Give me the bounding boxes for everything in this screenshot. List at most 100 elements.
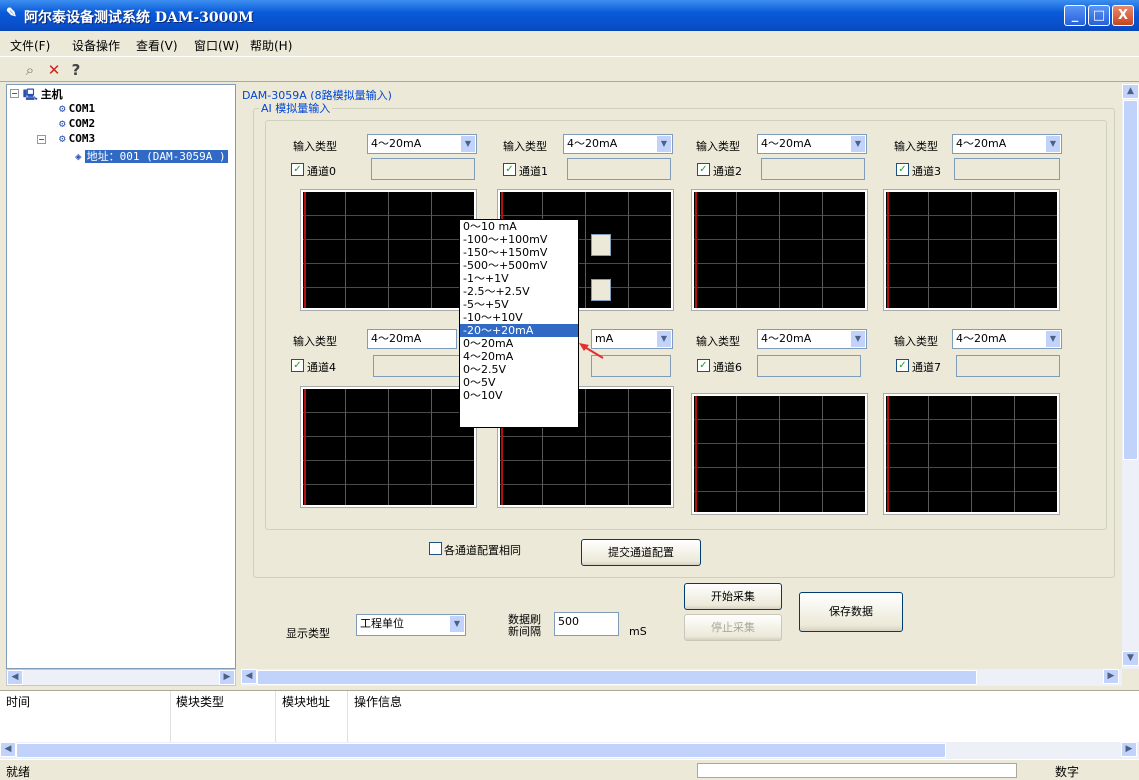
input-type-select-3[interactable]: 4～20mA ▼ <box>952 134 1062 154</box>
scroll-right-icon[interactable]: ▶ <box>219 670 235 685</box>
input-type-select-2[interactable]: 4～20mA ▼ <box>757 134 867 154</box>
dropdown-option[interactable]: -10～+10V <box>460 311 578 324</box>
submit-config-button[interactable]: 提交通道配置 <box>581 539 701 566</box>
channel-checkbox-0[interactable]: ✓ <box>291 163 304 176</box>
dropdown-option[interactable]: 0～10 mA <box>460 220 578 233</box>
search-icon[interactable]: ⌕ <box>20 60 40 80</box>
scroll-right-icon[interactable]: ▶ <box>1103 669 1119 684</box>
start-acquisition-button[interactable]: 开始采集 <box>684 583 782 610</box>
menu-file[interactable]: 文件(F) <box>10 37 50 54</box>
dropdown-option[interactable]: -1～+1V <box>460 272 578 285</box>
chevron-down-icon[interactable]: ▼ <box>460 135 476 153</box>
dropdown-option[interactable]: 4～20mA <box>460 350 578 363</box>
input-type-select-7[interactable]: 4～20mA ▼ <box>952 329 1062 349</box>
status-progress-field <box>697 763 1017 778</box>
module-icon: ◈ <box>75 150 82 163</box>
scroll-down-icon[interactable]: ▼ <box>1122 651 1139 666</box>
channel-scope-7 <box>883 393 1060 515</box>
log-scroll-thumb[interactable] <box>16 743 946 758</box>
same-config-checkbox[interactable]: ✓ <box>429 542 442 555</box>
refresh-interval-input[interactable]: 500 <box>554 612 619 636</box>
input-type-select-0[interactable]: 4～20mA ▼ <box>367 134 477 154</box>
close-button[interactable]: X <box>1112 5 1134 26</box>
maximize-button[interactable]: □ <box>1088 5 1110 26</box>
dropdown-option[interactable]: 0～20mA <box>460 337 578 350</box>
dropdown-option[interactable]: -150～+150mV <box>460 246 578 259</box>
tree-com2[interactable]: ⚙ COM2 <box>59 117 95 130</box>
main-horizontal-scrollbar[interactable]: ◀ ▶ <box>241 669 1122 686</box>
channel-label-2: 通道2 <box>713 165 742 178</box>
log-divider <box>170 691 171 745</box>
log-scrollbar[interactable]: ◀ ▶ <box>0 742 1139 759</box>
horizontal-scroll-thumb[interactable] <box>257 670 977 685</box>
channel-checkbox-7[interactable]: ✓ <box>896 359 909 372</box>
app-icon: ✎ <box>6 6 17 21</box>
chevron-down-icon[interactable]: ▼ <box>850 330 866 348</box>
dropdown-option[interactable]: 0～5V <box>460 376 578 389</box>
tree-com1[interactable]: ⚙ COM1 <box>59 102 95 115</box>
input-type-label: 输入类型 <box>503 140 547 153</box>
menu-bar: 文件(F) 设备操作 查看(V) 窗口(W) 帮助(H) <box>0 32 1139 56</box>
channel-checkbox-2[interactable]: ✓ <box>697 163 710 176</box>
channel-label-4: 通道4 <box>307 361 336 374</box>
tree-root[interactable]: 🖳 主机 <box>23 86 63 105</box>
chevron-down-icon[interactable]: ▼ <box>850 135 866 153</box>
chevron-down-icon[interactable]: ▼ <box>656 330 672 348</box>
refresh-label-2: 新间隔 <box>508 625 541 638</box>
scroll-left-icon[interactable]: ◀ <box>0 742 16 757</box>
channel-label-7: 通道7 <box>912 361 941 374</box>
collapse-icon[interactable]: − <box>10 89 19 98</box>
menu-help[interactable]: 帮助(H) <box>250 37 292 54</box>
chevron-down-icon[interactable]: ▼ <box>1045 135 1061 153</box>
menu-window[interactable]: 窗口(W) <box>194 37 239 54</box>
dropdown-option[interactable]: -20～+20mA <box>460 324 578 337</box>
dropdown-option[interactable]: 0～2.5V <box>460 363 578 376</box>
scroll-up-icon[interactable]: ▲ <box>1122 84 1139 99</box>
display-type-label: 显示类型 <box>286 627 330 640</box>
stop-acquisition-button[interactable]: 停止采集 <box>684 614 782 641</box>
log-col-operation[interactable]: 操作信息 <box>350 691 403 713</box>
input-type-select-4[interactable]: 4～20mA <box>367 329 457 349</box>
dropdown-option[interactable]: -5～+5V <box>460 298 578 311</box>
dropdown-option[interactable]: 0～10V <box>460 389 578 402</box>
help-icon[interactable]: ? <box>66 60 86 80</box>
dropdown-option[interactable]: -2.5～+2.5V <box>460 285 578 298</box>
channel-value-3 <box>954 158 1060 180</box>
channel-checkbox-4[interactable]: ✓ <box>291 359 304 372</box>
device-tree: − 🖳 主机 ⚙ COM1 ⚙ COM2 − ⚙ COM3 ◈ 地址：001 (DAM-3… <box>6 84 236 669</box>
main-panel: DAM-3059A (8路模拟量输入) AI 模拟量输入 输入类型 4～20mA… <box>241 84 1139 669</box>
chevron-down-icon[interactable]: ▼ <box>1045 330 1061 348</box>
input-type-dropdown[interactable]: 0～10 mA -100～+100mV -150～+150mV -500～+500mV… <box>459 219 579 428</box>
menu-view[interactable]: 查看(V) <box>136 37 178 54</box>
vertical-scroll-thumb[interactable] <box>1123 100 1138 460</box>
input-type-select-6[interactable]: 4～20mA ▼ <box>757 329 867 349</box>
minimize-button[interactable]: _ <box>1064 5 1086 26</box>
menu-device[interactable]: 设备操作 <box>72 37 120 54</box>
tree-com3[interactable]: ⚙ COM3 <box>59 132 95 145</box>
channel-checkbox-1[interactable]: ✓ <box>503 163 516 176</box>
chevron-down-icon[interactable]: ▼ <box>656 135 672 153</box>
channel-checkbox-3[interactable]: ✓ <box>896 163 909 176</box>
channel-checkbox-6[interactable]: ✓ <box>697 359 710 372</box>
save-data-button[interactable]: 保存数据 <box>799 592 903 632</box>
ai-group-title: AI 模拟量输入 <box>259 100 333 116</box>
display-type-select[interactable]: 工程单位 ▼ <box>356 614 466 636</box>
channel-scope-6 <box>691 393 868 515</box>
collapse-icon[interactable]: − <box>37 135 46 144</box>
log-col-module-address[interactable]: 模块地址 <box>278 691 331 713</box>
chevron-down-icon[interactable]: ▼ <box>449 615 465 633</box>
channel-scope-0 <box>300 189 477 311</box>
scroll-right-icon[interactable]: ▶ <box>1121 742 1137 757</box>
scroll-left-icon[interactable]: ◀ <box>241 669 257 684</box>
scroll-left-icon[interactable]: ◀ <box>7 670 23 685</box>
delete-icon[interactable]: ✕ <box>44 60 64 80</box>
log-col-module-type[interactable]: 模块类型 <box>172 691 225 713</box>
input-type-select-1[interactable]: 4～20mA ▼ <box>563 134 673 154</box>
log-col-time[interactable]: 时间 <box>2 691 31 713</box>
tree-address[interactable]: ◈ 地址：001 (DAM-3059A ) <box>75 148 228 164</box>
status-text: 就绪 <box>6 765 31 779</box>
log-list: 时间 模块类型 模块地址 操作信息 <box>0 690 1139 745</box>
dropdown-option[interactable]: -500～+500mV <box>460 259 578 272</box>
dropdown-option[interactable]: -100～+100mV <box>460 233 578 246</box>
tree-scrollbar[interactable]: ◀ ▶ <box>6 669 236 686</box>
